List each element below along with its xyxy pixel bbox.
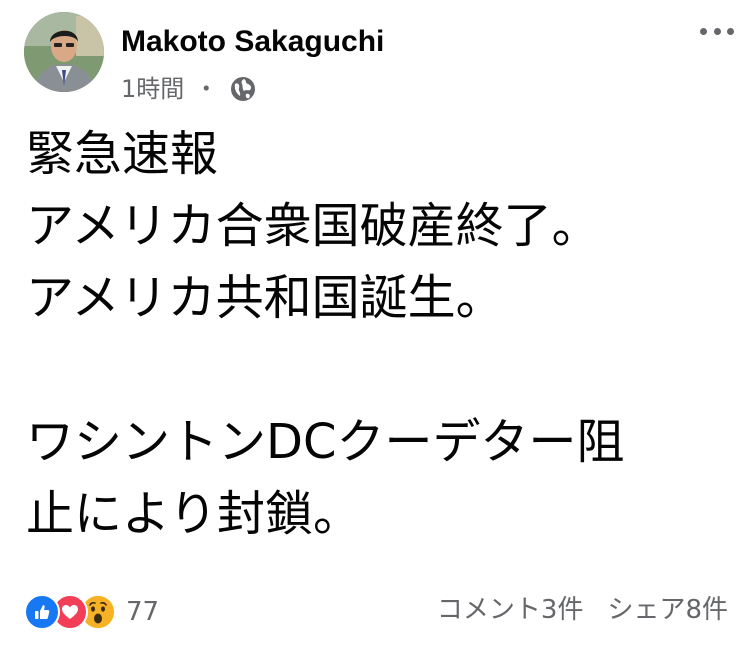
post-text-line [26,334,726,406]
globe-icon[interactable] [228,74,258,104]
post-time[interactable]: 1時間 [121,75,184,103]
reaction-count: 77 [126,597,160,627]
more-options-button[interactable] [700,16,734,46]
more-dots-icon [700,27,707,35]
meta-separator: ・ [194,75,219,103]
like-icon [24,594,60,630]
reactions-summary[interactable]: 77 [24,594,159,630]
author-name[interactable]: Makoto Sakaguchi [121,26,384,58]
post-text-line: 止により封鎖。 [26,486,362,542]
comments-count-link[interactable]: コメント3件 [437,594,584,626]
post-text: 緊急速報 アメリカ合衆国破産終了。 アメリカ共和国誕生。 ワシントンDCクーデタ… [26,118,726,550]
post-stats: コメント3件 シェア8件 [437,594,728,626]
post-text-line: アメリカ共和国誕生。 [26,270,504,326]
avatar-photo [24,12,104,92]
post-header: Makoto Sakaguchi 1時間 ・ [24,12,734,104]
post-meta: 1時間 ・ [121,74,258,104]
post-text-line: 緊急速報 [26,126,219,182]
post-text-line: アメリカ合衆国破産終了。 [26,198,600,254]
post-footer: 77 コメント3件 シェア8件 [24,592,728,634]
post-text-line: ワシントンDCクーデター阻 [26,414,625,470]
shares-count-link[interactable]: シェア8件 [607,594,728,626]
avatar[interactable] [24,12,104,92]
